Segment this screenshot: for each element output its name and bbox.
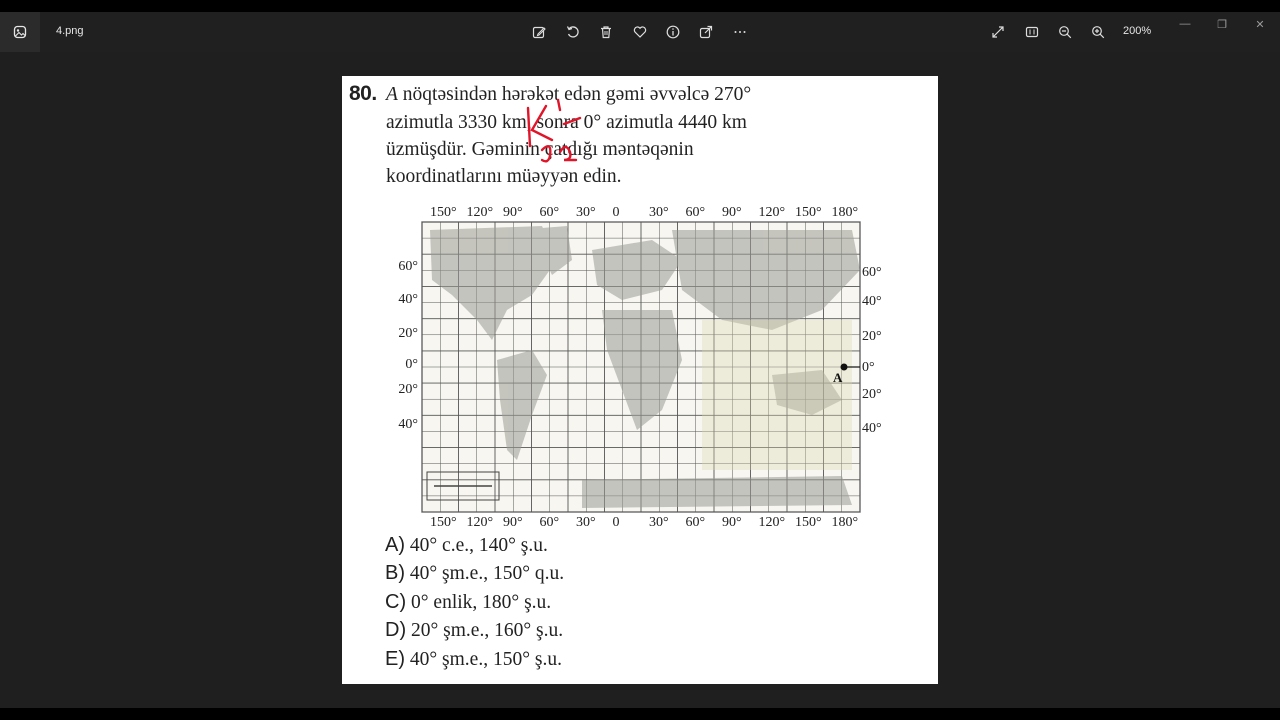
answer-text: 40° c.e., 140° ş.u. <box>409 535 548 556</box>
more-icon[interactable] <box>732 24 748 40</box>
zoom-level[interactable]: 200% <box>1123 25 1151 37</box>
latitude-label-left: 40° <box>398 292 418 307</box>
info-icon[interactable] <box>665 24 681 40</box>
longitude-label-bottom: 30° <box>649 515 669 530</box>
latitude-label-left: 20° <box>398 326 418 341</box>
latitude-label-right: 40° <box>862 294 882 309</box>
close-button[interactable]: ✕ <box>1253 18 1267 32</box>
photos-app-icon <box>13 25 27 39</box>
longitude-label-bottom: 180° <box>832 515 859 530</box>
photos-app-window: 4.png 200% — ❐ ✕ 80. A nöqtəsindən hərək… <box>0 12 1280 708</box>
expand-icon[interactable] <box>990 24 1006 40</box>
question-number: 80. <box>349 82 377 105</box>
answer-letter: D) <box>385 619 407 641</box>
world-map: A 150° 120° 90° 60° 30° 0 30° 60° 90° 120° 150° 180… <box>382 200 902 530</box>
answer-a: A) 40° c.e., 140° ş.u. <box>385 534 548 557</box>
answer-e: E) 40° şm.e., 150° ş.u. <box>385 648 562 671</box>
longitude-label-top: 30° <box>649 205 669 220</box>
question-line-4: koordinatlarını müəyyən edin. <box>386 166 622 187</box>
longitude-label-top: 180° <box>832 205 859 220</box>
zoom-in-icon[interactable] <box>1090 24 1106 40</box>
latitude-label-left: 20° <box>398 382 418 397</box>
longitude-label-top: 60° <box>686 205 706 220</box>
answer-d: D) 20° şm.e., 160° ş.u. <box>385 619 563 642</box>
share-icon[interactable] <box>698 24 714 40</box>
latitude-label-right: 60° <box>862 265 882 280</box>
answer-text: 40° şm.e., 150° ş.u. <box>409 649 562 670</box>
answer-letter: B) <box>385 562 405 584</box>
longitude-label-top: 120° <box>467 205 494 220</box>
longitude-label-top: 90° <box>503 205 523 220</box>
maximize-button[interactable]: ❐ <box>1215 18 1229 32</box>
rotate-icon[interactable] <box>565 24 581 40</box>
favorite-icon[interactable] <box>632 24 648 40</box>
minimize-button[interactable]: — <box>1178 18 1192 32</box>
longitude-label-bottom: 0 <box>613 515 620 530</box>
longitude-label-bottom: 90° <box>503 515 523 530</box>
longitude-label-top: 0 <box>613 205 620 220</box>
longitude-label-top: 60° <box>540 205 560 220</box>
answer-letter: E) <box>385 648 405 670</box>
latitude-label-left: 40° <box>398 417 418 432</box>
latitude-label-right: 40° <box>862 421 882 436</box>
latitude-label-right: 0° <box>862 360 875 375</box>
answer-letter: A) <box>385 534 405 556</box>
point-label: A <box>386 84 398 105</box>
title-bar: 4.png 200% — ❐ ✕ <box>0 12 1280 52</box>
handwritten-annotation <box>526 98 582 163</box>
longitude-label-top: 90° <box>722 205 742 220</box>
zoom-out-icon[interactable] <box>1057 24 1073 40</box>
longitude-label-bottom: 90° <box>722 515 742 530</box>
answer-text: 40° şm.e., 150° q.u. <box>409 563 565 584</box>
document-image: 80. A nöqtəsindən hərəkət edən gəmi əvvə… <box>342 76 938 684</box>
image-canvas: 80. A nöqtəsindən hərəkət edən gəmi əvvə… <box>0 52 1280 708</box>
latitude-label-left: 0° <box>405 357 418 372</box>
longitude-label-bottom: 150° <box>795 515 822 530</box>
answer-c: C) 0° enlik, 180° ş.u. <box>385 591 551 614</box>
answer-text: 0° enlik, 180° ş.u. <box>410 592 552 613</box>
answer-text: 20° şm.e., 160° ş.u. <box>410 620 564 641</box>
file-name: 4.png <box>56 25 84 37</box>
longitude-label-bottom: 120° <box>467 515 494 530</box>
latitude-label-right: 20° <box>862 329 882 344</box>
point-a-label: A <box>833 370 843 385</box>
slideshow-icon[interactable] <box>1024 24 1040 40</box>
longitude-label-bottom: 60° <box>686 515 706 530</box>
world-map-svg: A 150° 120° 90° 60° 30° 0 30° 60° 90° 120° 150° 180… <box>398 205 882 530</box>
longitude-label-bottom: 120° <box>759 515 786 530</box>
answer-b: B) 40° şm.e., 150° q.u. <box>385 562 564 585</box>
edit-image-icon[interactable] <box>531 24 547 40</box>
longitude-label-bottom: 30° <box>576 515 596 530</box>
answer-letter: C) <box>385 591 407 613</box>
longitude-label-top: 150° <box>430 205 457 220</box>
longitude-label-bottom: 150° <box>430 515 457 530</box>
longitude-label-top: 150° <box>795 205 822 220</box>
latitude-label-right: 20° <box>862 387 882 402</box>
latitude-label-left: 60° <box>398 259 418 274</box>
delete-icon[interactable] <box>598 24 614 40</box>
longitude-label-top: 30° <box>576 205 596 220</box>
longitude-label-bottom: 60° <box>540 515 560 530</box>
longitude-label-top: 120° <box>759 205 786 220</box>
app-icon[interactable] <box>0 12 40 52</box>
